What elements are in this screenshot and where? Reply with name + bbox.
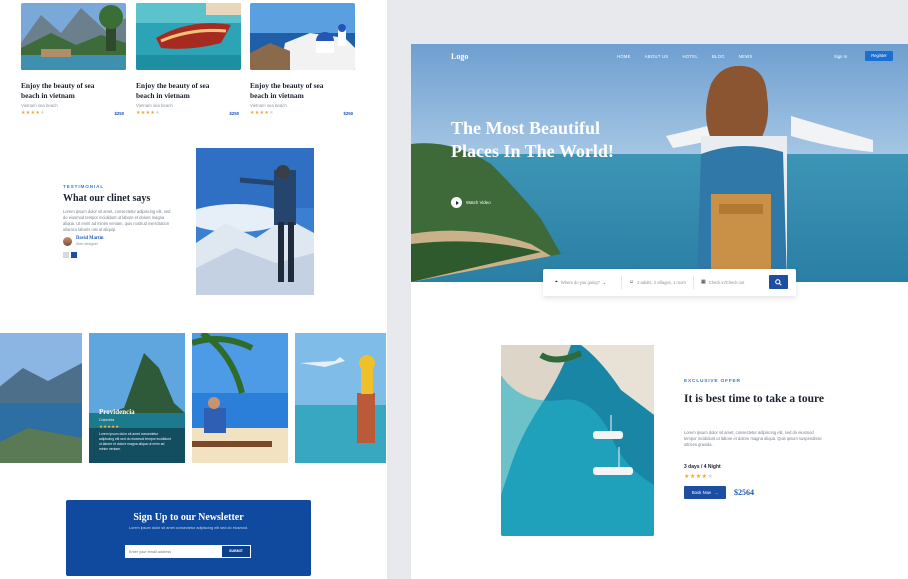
newsletter-subtitle: Lorem ipsum dolor sit amet consectetur a…	[128, 526, 249, 530]
calendar-icon: ▦	[701, 279, 706, 285]
gallery-feature-body: Lorem ipsum dolor sit amet consectetur a…	[99, 432, 171, 451]
tour-card[interactable]: Enjoy the beauty of sea beach in vietnam…	[250, 3, 355, 116]
rating-stars: ★★★★★	[21, 110, 45, 116]
avatar	[63, 236, 72, 246]
watch-video-button[interactable]: Watch Video	[451, 197, 491, 208]
tour-card-title[interactable]: Enjoy the beauty of sea beach in vietnam	[136, 81, 222, 100]
destination-field[interactable]: ⌖ Where do you going? ⌄	[555, 279, 606, 285]
tour-card-title[interactable]: Enjoy the beauty of sea beach in vietnam	[250, 81, 336, 100]
site-logo[interactable]: Logo	[451, 52, 468, 61]
newsletter-email-input[interactable]	[125, 545, 221, 558]
tour-card-location: Vietnam sea beach	[136, 103, 173, 108]
rating-stars: ★★★★★	[684, 474, 714, 480]
page: Enjoy the beauty of sea beach in vietnam…	[0, 0, 908, 579]
testimonial-pager	[63, 252, 77, 258]
testimonial-image	[196, 148, 314, 295]
gallery-image	[295, 333, 386, 463]
testimonial-eyebrow: TESTIMONIAL	[63, 184, 105, 189]
right-panel: Logo HOME ABOUT US HOTEL BLOG NEWS Sign …	[387, 0, 908, 579]
hero-image	[411, 44, 908, 282]
tour-card-price: $250	[343, 110, 353, 116]
offer-title: It is best time to take a toure	[684, 393, 824, 405]
website-preview: Logo HOME ABOUT US HOTEL BLOG NEWS Sign …	[411, 44, 908, 579]
search-bar: ⌖ Where do you going? ⌄ ☺ 2 adults, 2 vi…	[543, 269, 796, 296]
testimonial-title: What our clinet says	[63, 193, 151, 204]
dates-placeholder: Check in/Check out	[708, 279, 745, 285]
destination-placeholder: Where do you going?	[560, 279, 600, 285]
book-now-label: Book Now	[691, 490, 711, 495]
tour-card-image	[136, 3, 241, 70]
hero-section: Logo HOME ABOUT US HOTEL BLOG NEWS Sign …	[411, 44, 908, 282]
testimonial-body: Lorem ipsum dolor sit amet, consectetur …	[63, 209, 171, 232]
testimonial-author: David Martin Web designer	[63, 236, 103, 246]
divider	[693, 276, 694, 289]
pager-next-button[interactable]	[71, 252, 77, 258]
gallery-image	[192, 333, 288, 463]
rating-stars: ★★★★★	[99, 424, 120, 429]
tour-card-title[interactable]: Enjoy the beauty of sea beach in vietnam	[21, 81, 107, 100]
nav-link-home[interactable]: HOME	[617, 54, 631, 59]
register-button[interactable]: Register	[865, 51, 893, 61]
guests-placeholder: 2 adults, 2 villages, 1 room	[637, 279, 686, 285]
left-panel: Enjoy the beauty of sea beach in vietnam…	[0, 0, 386, 579]
offer-duration: 3 days / 4 Night	[684, 464, 721, 470]
book-now-button[interactable]: Book Now →	[684, 486, 726, 499]
offer-price: $2564	[734, 488, 754, 497]
nav-link-hotel[interactable]: HOTEL	[683, 54, 698, 59]
nav-link-blog[interactable]: BLOG	[712, 54, 725, 59]
chevron-down-icon: ⌄	[602, 279, 607, 285]
tour-card-location: Vietnam sea beach	[250, 103, 287, 108]
nav-link-about[interactable]: ABOUT US	[645, 54, 669, 59]
dates-field[interactable]: ▦ Check in/Check out	[701, 279, 744, 285]
arrow-right-icon: →	[713, 490, 719, 495]
tour-card[interactable]: Enjoy the beauty of sea beach in vietnam…	[136, 3, 241, 116]
newsletter-submit-button[interactable]: SUBMIT	[221, 545, 251, 558]
tour-card-location: Vietnam sea beach	[21, 103, 58, 108]
offer-eyebrow: EXCLUSIVE OFFER	[684, 379, 741, 384]
author-role: Web designer	[76, 242, 99, 246]
tour-card-price: $250	[229, 110, 239, 116]
gallery-feature-subtitle: Colombia	[99, 418, 115, 422]
tour-card-price: $250	[114, 110, 124, 116]
play-icon	[451, 197, 462, 208]
sign-in-link[interactable]: Sign In	[834, 54, 847, 59]
tour-card-image	[21, 3, 126, 70]
tour-card[interactable]: Enjoy the beauty of sea beach in vietnam…	[21, 3, 126, 116]
guests-field[interactable]: ☺ 2 adults, 2 villages, 1 room	[629, 279, 686, 285]
nav-link-news[interactable]: NEWS	[739, 54, 753, 59]
divider	[621, 276, 622, 289]
tour-card-image	[250, 3, 355, 70]
watch-video-label: Watch Video	[466, 200, 491, 205]
rating-stars: ★★★★★	[250, 110, 274, 116]
location-pin-icon: ⌖	[555, 279, 558, 285]
rating-stars: ★★★★★	[136, 110, 160, 116]
gallery-feature-title: Providencia	[99, 408, 135, 416]
main-nav: HOME ABOUT US HOTEL BLOG NEWS	[617, 54, 753, 59]
gallery-feature-card[interactable]: Providencia Colombia ★★★★★ Lorem ipsum d…	[89, 333, 185, 463]
gallery-image	[0, 333, 82, 463]
offer-body: Lorem ipsum dolor sit amet, consectetur …	[684, 430, 822, 447]
pager-prev-button[interactable]	[63, 252, 69, 258]
user-icon: ☺	[629, 279, 635, 285]
hero-title: The Most Beautiful Places In The World!	[451, 118, 614, 161]
newsletter-section: Sign Up to our Newsletter Lorem ipsum do…	[66, 500, 311, 576]
search-button[interactable]	[769, 275, 788, 289]
newsletter-title: Sign Up to our Newsletter	[133, 512, 244, 523]
author-name: David Martin	[76, 236, 104, 241]
search-icon	[775, 278, 782, 286]
offer-image	[501, 345, 654, 536]
